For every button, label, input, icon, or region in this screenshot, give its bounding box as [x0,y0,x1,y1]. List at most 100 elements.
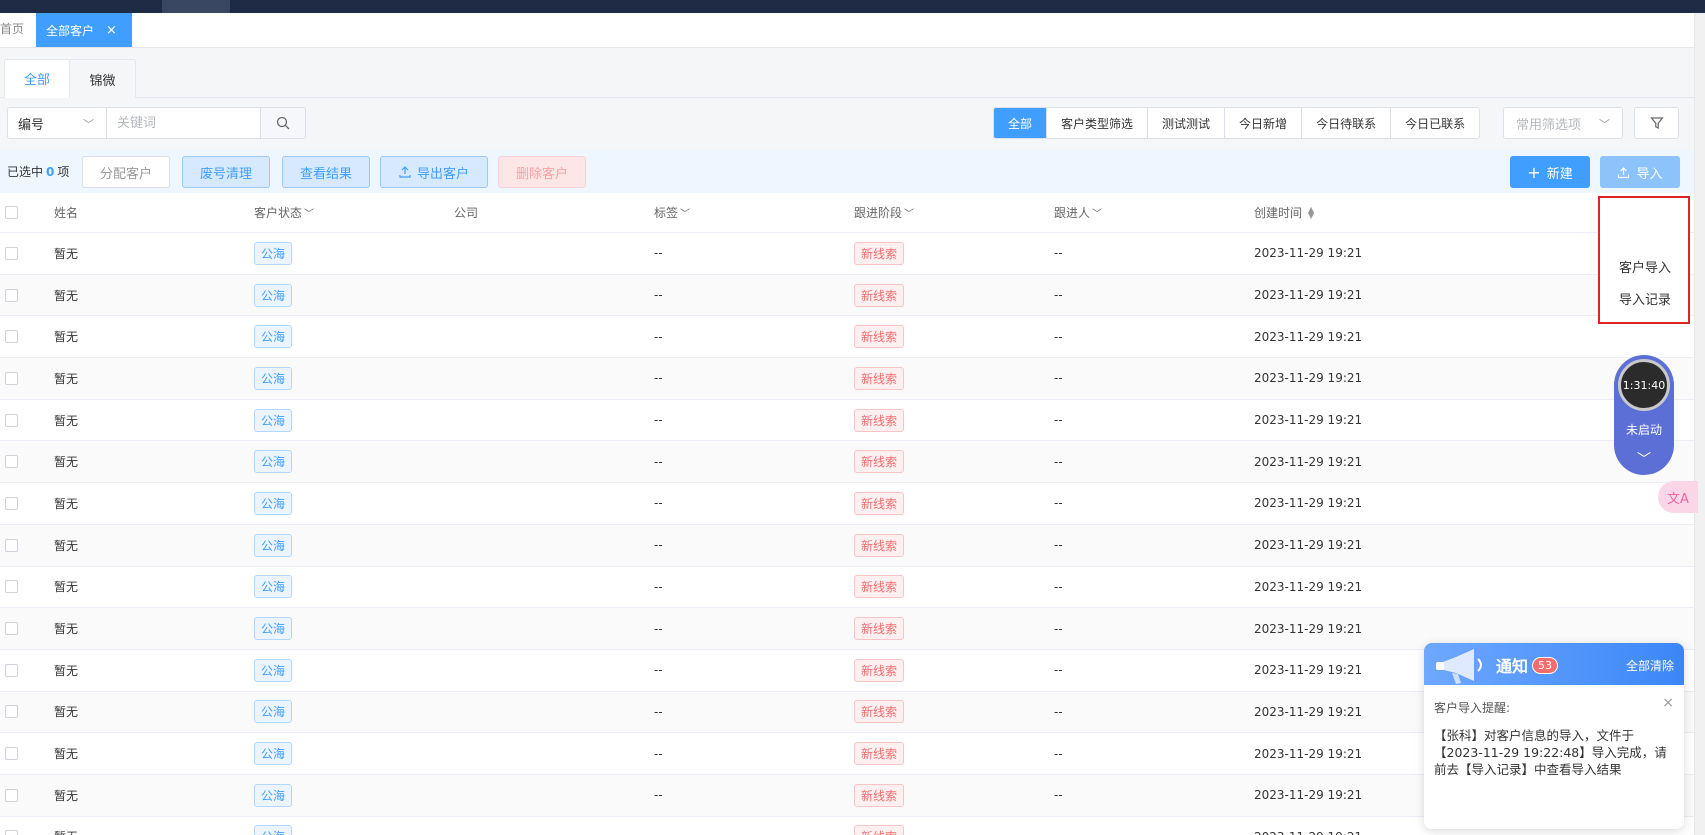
cell-name: 暂无 [54,817,78,835]
table-row[interactable]: 暂无 公海 -- 新线索 -- 2023-11-29 19:21 [0,233,1694,275]
filter-today-pending[interactable]: 今日待联系 [1301,108,1390,138]
row-checkbox[interactable] [5,692,18,733]
status-badge: 公海 [254,241,293,265]
select-all-checkbox[interactable] [5,193,18,232]
cell-follower: -- [1054,817,1063,835]
notification-header: 通知 53 全部清除 [1424,643,1684,685]
delete-customer-button[interactable]: 删除客户 [498,156,586,188]
row-checkbox[interactable] [5,567,18,608]
translate-icon[interactable]: 文A [1658,481,1698,513]
stage-badge: 新线索 [854,408,905,432]
top-nav-active-item[interactable] [162,0,230,13]
call-timer-widget[interactable]: 1:31:40 未启动 ﹀ [1614,355,1674,475]
table-row[interactable]: 暂无 公海 -- 新线索 -- 2023-11-29 19:21 [0,274,1694,317]
table-row[interactable]: 暂无 公海 -- 新线索 -- 2023-11-29 19:21 [0,399,1694,442]
header-status[interactable]: 客户状态 ﹀ [254,193,314,232]
table-row[interactable]: 暂无 公海 -- 新线索 -- 2023-11-29 19:21 [0,566,1694,609]
table-row[interactable]: 暂无 公海 -- 新线索 -- 2023-11-29 19:21 [0,524,1694,567]
close-icon[interactable]: × [1662,695,1674,711]
cell-name: 暂无 [54,747,79,762]
cell-follower: -- [1054,454,1063,469]
subtab-all[interactable]: 全部 [4,59,70,98]
cell-stage: 新线索 [854,316,905,357]
table-row[interactable]: 暂无 公海 -- 新线索 -- 2023-11-29 19:21 [0,483,1694,525]
filter-test[interactable]: 测试测试 [1147,108,1224,138]
keyword-input[interactable] [106,107,261,139]
row-checkbox[interactable] [5,275,18,316]
notification-subtitle: 客户导入提醒: [1434,701,1511,715]
stage-badge: 新线索 [854,742,905,766]
row-checkbox[interactable] [5,525,18,566]
table-header: 姓名 客户状态 ﹀ 公司 标签 ﹀ 跟进阶段 ﹀ 跟进人 ﹀ 创建时间 ▲ ▼ [0,193,1694,233]
row-checkbox[interactable] [5,733,18,774]
filter-customer-type[interactable]: 客户类型筛选 [1046,108,1147,138]
row-checkbox[interactable] [5,817,18,835]
status-badge: 公海 [254,491,293,515]
header-stage[interactable]: 跟进阶段 ﹀ [854,193,914,232]
header-follower[interactable]: 跟进人 ﹀ [1054,193,1102,232]
selected-count-info: 已选中 0 项 [7,163,69,180]
header-tag[interactable]: 标签 ﹀ [654,193,690,232]
sort-caret-icon[interactable]: ▲ ▼ [1308,205,1314,219]
stage-badge: 新线索 [854,491,905,515]
row-checkbox[interactable] [5,483,18,524]
status-badge: 公海 [254,742,293,766]
row-checkbox[interactable] [5,233,18,274]
row-checkbox[interactable] [5,441,18,482]
cell-follower: -- [1054,329,1063,344]
filter-today-contacted[interactable]: 今日已联系 [1390,108,1479,138]
cell-created: 2023-11-29 19:21 [1254,496,1363,511]
assign-customer-button[interactable]: 分配客户 [82,156,170,188]
cell-created: 2023-11-29 19:21 [1254,371,1363,386]
table-row[interactable]: 暂无 公海 -- 新线索 -- 2023-11-29 19:21 [0,316,1694,359]
filter-all[interactable]: 全部 [994,108,1047,138]
clean-invalid-button[interactable]: 废号清理 [182,156,270,188]
chevron-down-icon[interactable]: ﹀ [1614,449,1674,469]
selected-suffix: 项 [57,165,70,179]
import-button[interactable]: 导入 [1600,156,1680,188]
stage-badge: 新线索 [854,366,905,390]
cell-name: 暂无 [54,455,79,470]
tab-all-customers[interactable]: 全部客户 × [36,13,132,47]
cell-status: 公海 [254,567,293,608]
subtab-jinwei[interactable]: 锦微 [70,59,136,98]
row-checkbox[interactable] [5,650,18,691]
row-checkbox[interactable] [5,400,18,441]
view-result-button[interactable]: 查看结果 [282,156,370,188]
page-scrollbar[interactable] [1694,13,1705,835]
action-row: 已选中 0 项 分配客户 废号清理 查看结果 导出客户 删除客户 + 新建 导入 [0,150,1694,193]
import-menu-import-records[interactable]: 导入记录 [1604,282,1686,314]
new-customer-button[interactable]: + 新建 [1510,156,1590,188]
header-created[interactable]: 创建时间 ▲ ▼ [1254,193,1314,232]
cell-tag: -- [654,454,663,469]
cell-status: 公海 [254,441,293,482]
cell-follower: -- [1054,246,1063,261]
search-icon [276,116,290,130]
tab-home[interactable]: 首页 [0,20,24,37]
advanced-filter-button[interactable] [1634,107,1679,139]
row-checkbox[interactable] [5,775,18,816]
clear-all-button[interactable]: 全部清除 [1626,657,1674,674]
export-customer-button[interactable]: 导出客户 [380,156,488,188]
stage-badge: 新线索 [854,533,905,557]
stage-badge: 新线索 [854,241,905,265]
cell-follower: -- [1054,621,1063,636]
cell-status: 公海 [254,733,293,774]
cell-tag: -- [654,621,663,636]
table-row[interactable]: 暂无 公海 -- 新线索 -- 2023-11-29 19:21 [0,358,1694,400]
row-checkbox[interactable] [5,358,18,399]
selected-count: 0 [46,165,55,179]
cell-tag: -- [654,663,663,678]
table-row[interactable]: 暂无 公海 -- 新线索 -- 2023-11-29 19:21 [0,441,1694,484]
filter-today-new[interactable]: 今日新增 [1224,108,1301,138]
common-filter-select[interactable]: 常用筛选项 ﹀ [1503,107,1623,139]
search-field-select[interactable]: 编号 ﹀ [7,107,107,139]
search-button[interactable] [260,107,306,139]
status-badge: 公海 [254,533,293,557]
import-label: 导入 [1636,166,1663,182]
row-checkbox[interactable] [5,608,18,649]
row-checkbox[interactable] [5,316,18,357]
import-menu-customer-import[interactable]: 客户导入 [1604,250,1686,282]
stage-badge: 新线索 [854,825,905,835]
close-icon[interactable]: × [106,23,117,38]
